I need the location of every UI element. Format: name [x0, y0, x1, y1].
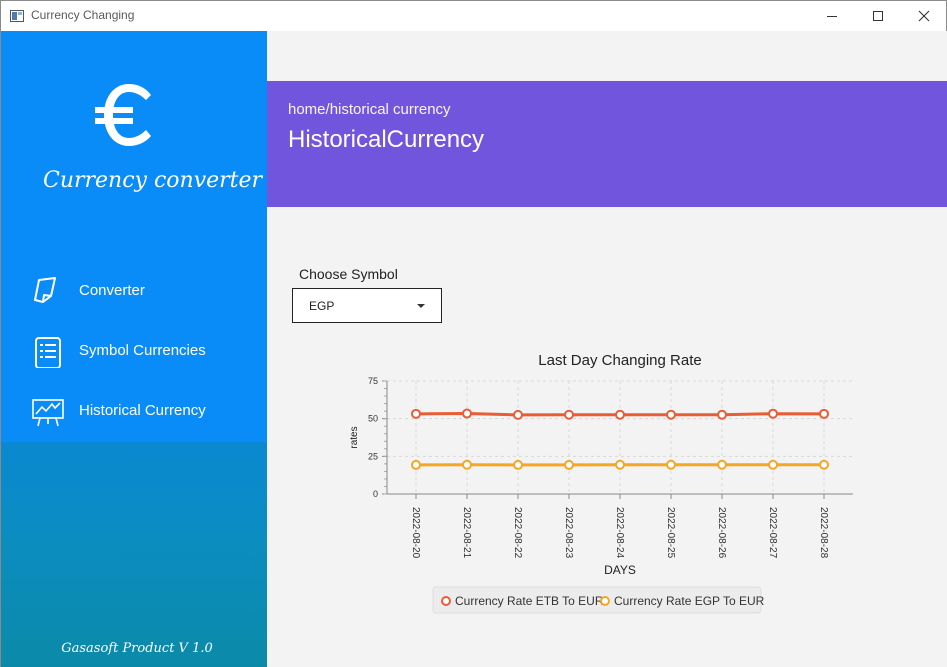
sidebar-nav: Converter Symbol Currencies Historical C…	[1, 262, 267, 442]
close-button[interactable]	[901, 1, 947, 31]
data-point	[819, 408, 829, 419]
sidebar-item-label: Symbol Currencies	[79, 342, 206, 359]
sidebar-item-historical-currency[interactable]: Historical Currency	[1, 382, 267, 442]
x-tick-label: 2022-08-25	[665, 507, 676, 559]
data-point	[564, 459, 574, 470]
converter-icon	[34, 277, 56, 303]
legend-label: Currency Rate EGP To EUR	[614, 594, 765, 608]
x-tick-label: 2022-08-23	[563, 507, 574, 559]
data-point	[666, 459, 676, 470]
close-icon	[918, 10, 930, 22]
x-axis-label: DAYS	[604, 563, 636, 577]
title-bar: Currency Changing	[1, 1, 946, 31]
y-tick-label: 50	[368, 414, 378, 424]
y-tick-label: 25	[368, 451, 378, 461]
data-point	[768, 459, 778, 470]
rate-chart: Last Day Changing Rate 0 25 50 75 2022-08-20 2…	[349, 352, 853, 614]
x-tick-label: 2022-08-21	[461, 507, 472, 559]
chart-board-icon	[32, 399, 64, 427]
app-brand: Currency converter	[43, 168, 263, 193]
chart-title: Last Day Changing Rate	[538, 352, 701, 369]
x-tick-label: 2022-08-20	[410, 507, 421, 559]
data-point	[615, 459, 625, 470]
data-point	[411, 459, 421, 470]
x-tick-label: 2022-08-28	[818, 507, 829, 559]
app-window: Currency Changing Currency converter Con…	[0, 0, 947, 667]
minimize-icon	[827, 15, 837, 17]
x-tick-label: 2022-08-24	[614, 507, 625, 559]
data-point	[717, 409, 727, 420]
data-point	[513, 409, 523, 420]
y-tick-label: 0	[373, 489, 378, 499]
maximize-button[interactable]	[855, 1, 901, 31]
x-tick-label: 2022-08-26	[716, 507, 727, 559]
x-tick-label: 2022-08-27	[767, 507, 778, 559]
sidebar-item-symbol-currencies[interactable]: Symbol Currencies	[1, 322, 267, 382]
data-point	[717, 459, 727, 470]
data-point	[666, 409, 676, 420]
minimize-button[interactable]	[809, 1, 855, 31]
sidebar-item-label: Converter	[79, 282, 145, 299]
data-point	[615, 409, 625, 420]
main-content: home/historical currency HistoricalCurre…	[267, 31, 947, 667]
data-point	[462, 459, 472, 470]
legend-label: Currency Rate ETB To EUR	[455, 594, 604, 608]
sidebar-item-label: Historical Currency	[79, 402, 206, 419]
data-point	[462, 408, 472, 419]
data-point	[513, 459, 523, 470]
data-point	[564, 409, 574, 420]
window-title: Currency Changing	[31, 8, 135, 22]
euro-logo-icon	[95, 84, 151, 146]
sidebar-item-converter[interactable]: Converter	[1, 262, 267, 322]
data-point	[768, 408, 778, 419]
data-point	[819, 459, 829, 470]
x-tick-label: 2022-08-22	[512, 507, 523, 559]
y-axis-label: rates	[349, 426, 360, 448]
product-version: Gasasoft Product V 1.0	[61, 641, 213, 656]
y-tick-label: 75	[368, 376, 378, 386]
app-icon	[10, 10, 24, 22]
legend-marker-icon	[441, 596, 451, 606]
maximize-icon	[873, 11, 883, 21]
data-point	[411, 408, 421, 419]
document-list-icon	[35, 337, 61, 368]
sidebar: Currency converter Converter Symbol Curr…	[1, 31, 267, 667]
legend-marker-icon	[600, 596, 610, 606]
